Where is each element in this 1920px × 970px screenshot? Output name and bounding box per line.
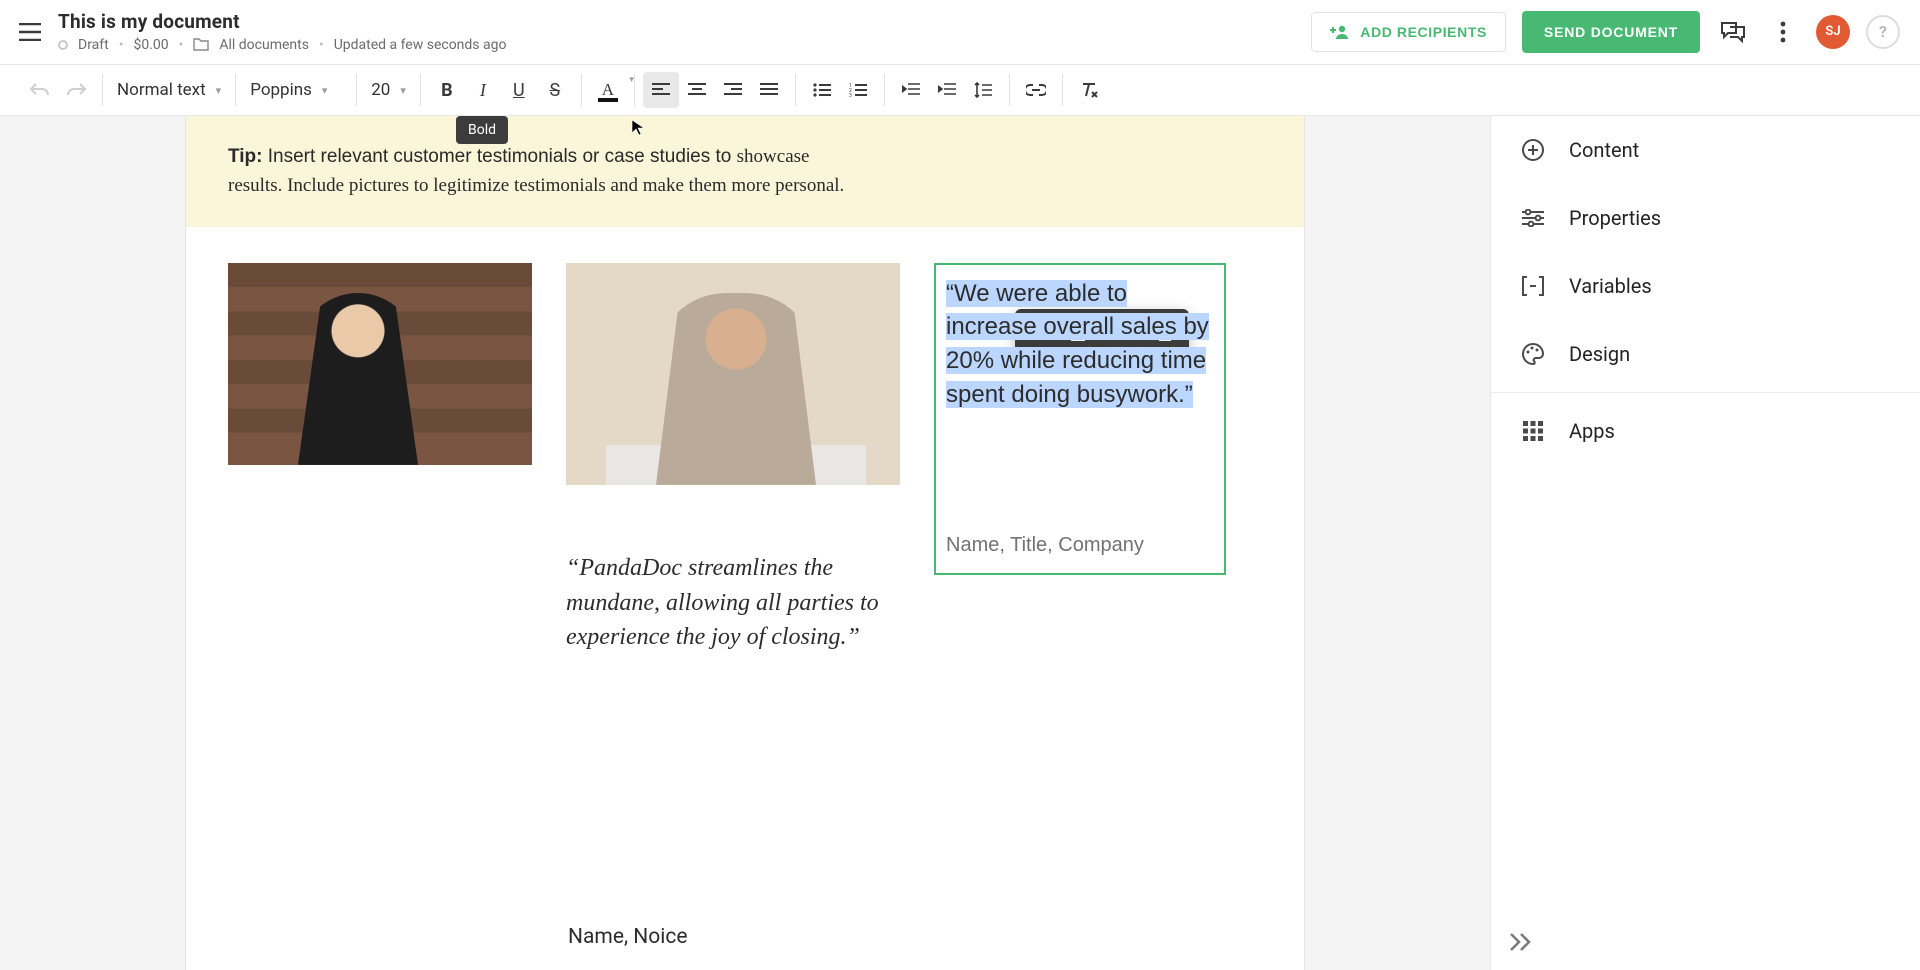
- indent-button[interactable]: [929, 72, 965, 108]
- bold-button[interactable]: B: [429, 72, 465, 108]
- sliders-icon: [1519, 204, 1547, 232]
- align-justify-button[interactable]: [751, 72, 787, 108]
- apps-grid-icon: [1519, 417, 1547, 445]
- updated-label: Updated a few seconds ago: [334, 37, 507, 53]
- price-label: $0.00: [133, 37, 168, 53]
- tip-lead: Insert relevant customer testimonials or…: [262, 146, 736, 167]
- document-meta: This is my document Draft • $0.00 • All …: [58, 10, 1297, 53]
- svg-text:3: 3: [849, 93, 852, 97]
- brackets-icon: [1519, 272, 1547, 300]
- document-page: Tip: Insert relevant customer testimonia…: [186, 116, 1304, 970]
- outdent-button[interactable]: [893, 72, 929, 108]
- paragraph-style-select[interactable]: Normal text▾: [103, 80, 235, 100]
- add-recipients-button[interactable]: ADD RECIPIENTS: [1311, 12, 1506, 52]
- testimonial-image-2[interactable]: [566, 263, 900, 485]
- bullet-list-button[interactable]: [804, 72, 840, 108]
- tip-label: Tip:: [228, 146, 262, 167]
- app-header: This is my document Draft • $0.00 • All …: [0, 0, 1920, 64]
- panel-content-tab[interactable]: Content: [1491, 116, 1920, 184]
- testimonial-signature-2[interactable]: Name, Noice: [186, 655, 1304, 949]
- panel-variables-tab[interactable]: Variables: [1491, 252, 1920, 320]
- strikethrough-button[interactable]: S: [537, 72, 573, 108]
- clear-formatting-button[interactable]: [1071, 72, 1107, 108]
- font-size-select[interactable]: 20▾: [357, 80, 420, 100]
- selected-quote-text: “We were able to increase overall sales …: [946, 280, 1209, 408]
- status-label: Draft: [78, 37, 109, 53]
- align-center-button[interactable]: [679, 72, 715, 108]
- numbered-list-button[interactable]: 123: [840, 72, 876, 108]
- selected-quote-signature: Name, Title, Company: [946, 531, 1144, 559]
- font-family-select[interactable]: Poppins▾: [236, 80, 356, 100]
- cursor-icon: [631, 119, 647, 135]
- person-add-icon: [1330, 24, 1350, 40]
- italic-button[interactable]: I: [465, 72, 501, 108]
- help-icon[interactable]: ?: [1866, 15, 1900, 49]
- redo-button[interactable]: [58, 72, 94, 108]
- tooltip-bold: Bold: [456, 116, 508, 144]
- tip-callout[interactable]: Tip: Insert relevant customer testimonia…: [186, 116, 1304, 227]
- side-panel: Content Properties Variables Design Apps: [1490, 116, 1920, 970]
- panel-design-tab[interactable]: Design: [1491, 320, 1920, 388]
- document-title[interactable]: This is my document: [58, 10, 1297, 33]
- palette-icon: [1519, 340, 1547, 368]
- collapse-panel-button[interactable]: [1509, 932, 1535, 956]
- testimonial-image-1[interactable]: [228, 263, 532, 465]
- undo-button[interactable]: [22, 72, 58, 108]
- canvas[interactable]: Tip: Insert relevant customer testimonia…: [0, 116, 1490, 970]
- text-color-button[interactable]: A▾: [590, 72, 626, 108]
- breadcrumb[interactable]: All documents: [219, 37, 309, 53]
- plus-circle-icon: [1519, 136, 1547, 164]
- more-icon[interactable]: [1766, 15, 1800, 49]
- panel-properties-tab[interactable]: Properties: [1491, 184, 1920, 252]
- align-right-button[interactable]: [715, 72, 751, 108]
- align-left-button[interactable]: [643, 72, 679, 108]
- folder-icon: [193, 37, 209, 53]
- formatting-toolbar: Normal text▾ Poppins▾ 20▾ B I U S A▾ 123: [0, 64, 1920, 116]
- menu-icon[interactable]: [16, 18, 44, 46]
- line-spacing-button[interactable]: [965, 72, 1001, 108]
- link-button[interactable]: [1018, 72, 1054, 108]
- selected-text-block[interactable]: “We were able to increase overall sales …: [934, 263, 1226, 575]
- comments-icon[interactable]: [1716, 15, 1750, 49]
- avatar[interactable]: SJ: [1816, 15, 1850, 49]
- testimonial-quote-2[interactable]: “PandaDoc streamlines the mundane, allow…: [566, 485, 900, 655]
- send-document-button[interactable]: SEND DOCUMENT: [1522, 11, 1700, 53]
- panel-apps-tab[interactable]: Apps: [1491, 397, 1920, 465]
- status-dot-icon: [58, 40, 68, 50]
- underline-button[interactable]: U: [501, 72, 537, 108]
